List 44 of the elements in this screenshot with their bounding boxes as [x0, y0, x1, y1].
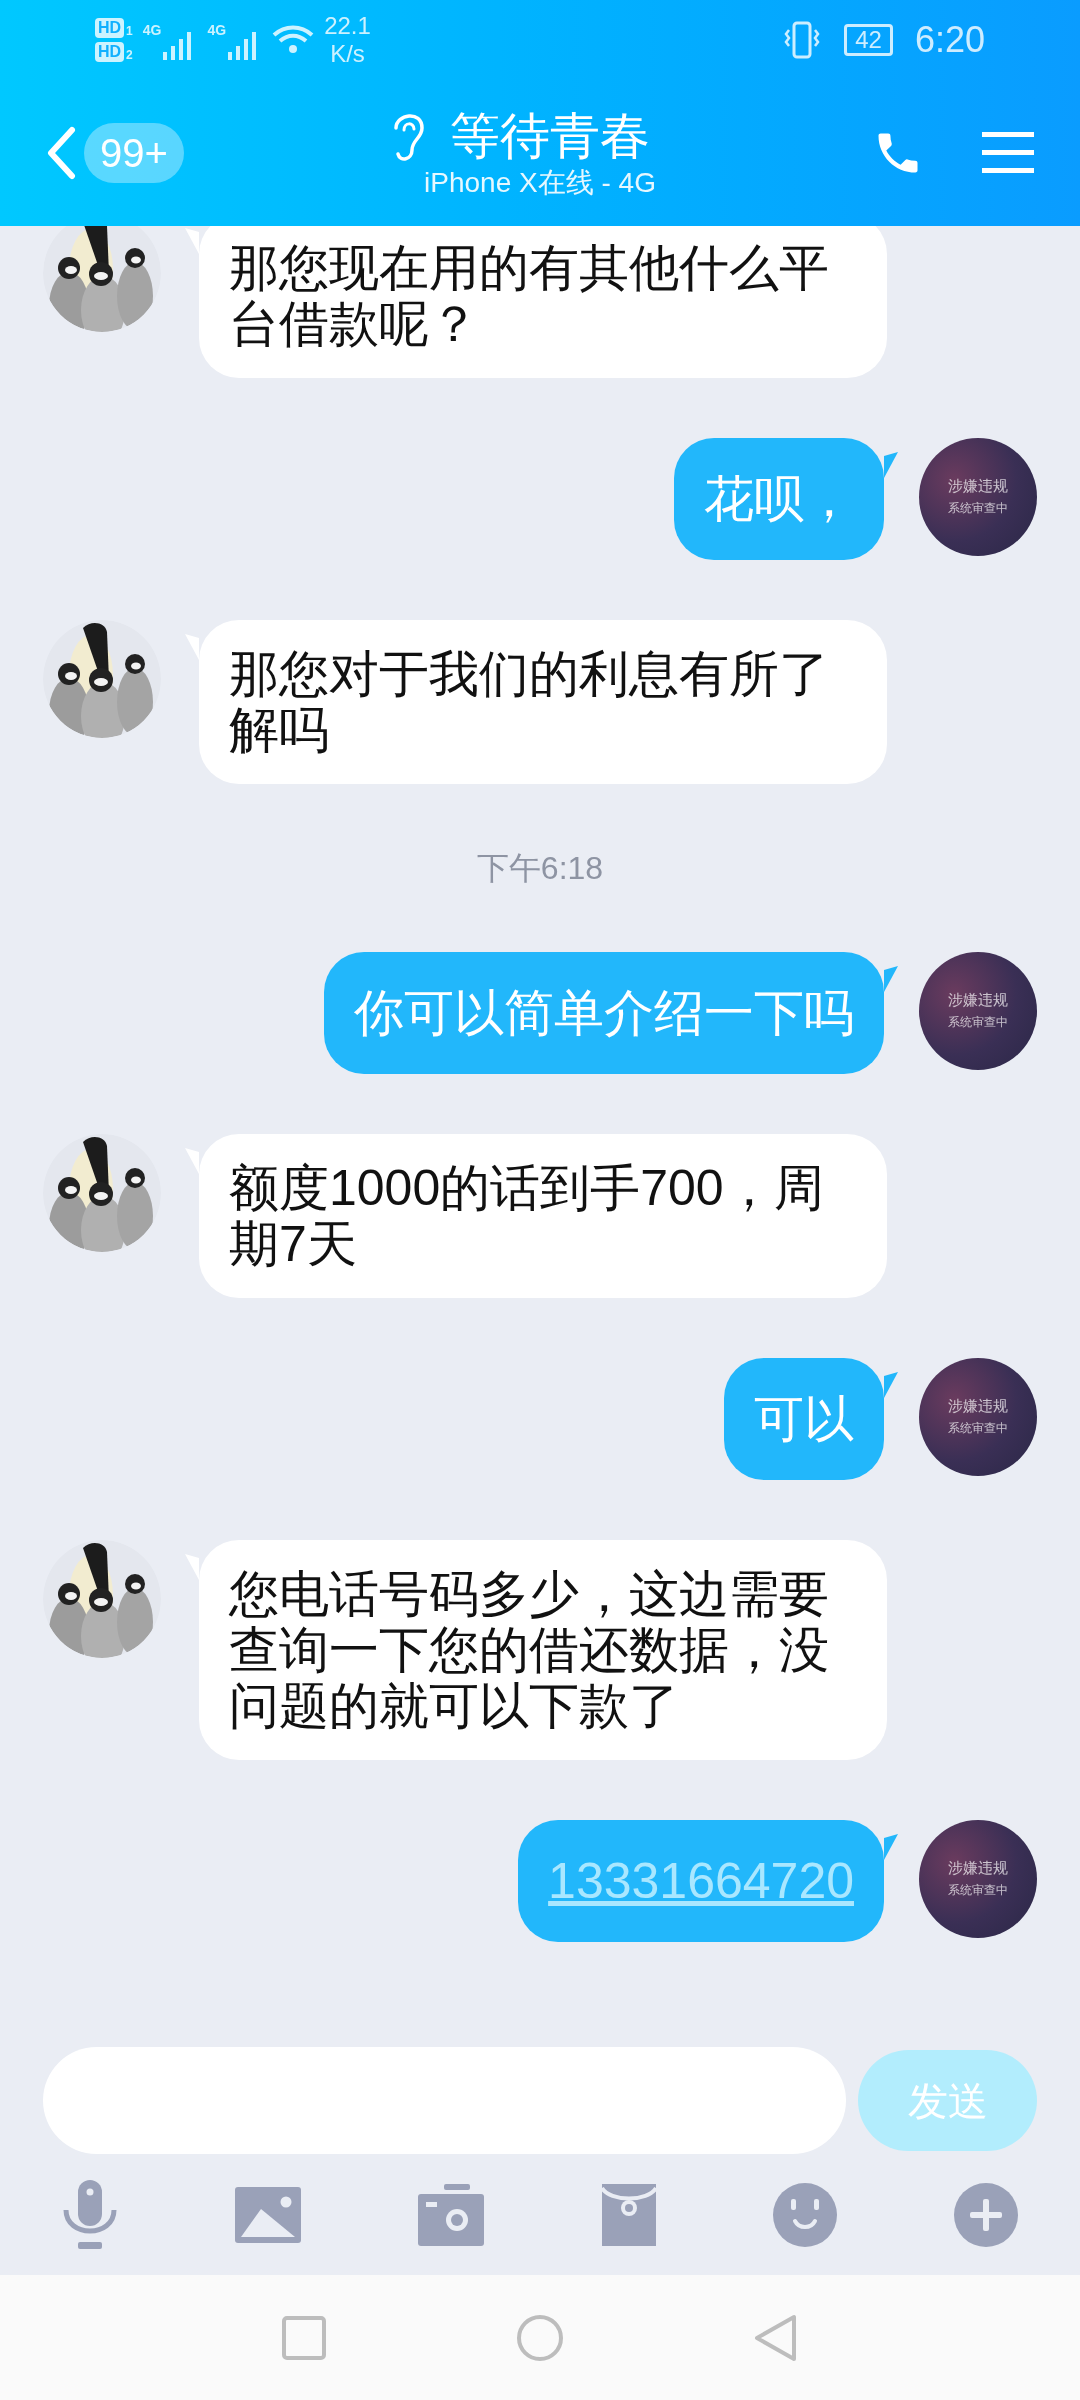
network-speed: 22.1	[324, 12, 371, 40]
avatar-caption: 涉嫌违规	[948, 1859, 1008, 1877]
message-text: 您电话号码多少，这边需要查询一下您的借还数据，没问题的就可以下款了	[229, 1566, 830, 1734]
back-button[interactable]	[754, 2313, 798, 2362]
message-text: 那您对于我们的利息有所了解吗	[229, 646, 830, 758]
message-text: 你可以简单介绍一下吗	[354, 985, 854, 1041]
message-text: 可以	[754, 1391, 854, 1447]
avatar-caption: 涉嫌违规	[948, 991, 1008, 1009]
message-text: 额度1000的话到手700，周期7天	[229, 1160, 825, 1272]
network-type: 4G	[142, 21, 162, 40]
message-text: 花呗，	[704, 471, 854, 527]
avatar[interactable]: 涉嫌违规 系统审查中	[919, 1358, 1037, 1476]
clock-time: 6:20	[914, 18, 985, 62]
home-button[interactable]	[516, 2313, 564, 2362]
message-text: 那您现在用的有其他什么平台借款呢？	[229, 240, 830, 352]
menu-icon[interactable]	[982, 130, 1034, 176]
avatar-caption: 涉嫌违规	[948, 477, 1008, 495]
avatar-caption: 系统审查中	[948, 1014, 1008, 1031]
microphone-icon[interactable]	[62, 2179, 118, 2250]
camera-icon[interactable]	[418, 2183, 485, 2246]
avatar-caption: 系统审查中	[948, 500, 1008, 517]
envelope-icon[interactable]	[601, 2183, 656, 2246]
plus-icon[interactable]	[953, 2182, 1018, 2247]
avatar-caption: 系统审查中	[948, 1420, 1008, 1437]
emoji-icon[interactable]	[772, 2182, 837, 2247]
timestamp: 下午6:18	[476, 849, 604, 888]
avatar[interactable]: 涉嫌违规 系统审查中	[919, 952, 1037, 1070]
avatar[interactable]: 涉嫌违规 系统审查中	[919, 1820, 1037, 1938]
sim-slot-number: 2	[126, 48, 133, 62]
image-icon[interactable]	[235, 2186, 302, 2243]
network-type: 4G	[207, 21, 227, 40]
hd-label: HD	[95, 18, 125, 38]
recents-button[interactable]	[282, 2315, 326, 2360]
avatar-caption: 系统审查中	[948, 1882, 1008, 1899]
back-icon[interactable]	[46, 126, 76, 180]
battery-level: 42	[844, 24, 893, 56]
avatar-caption: 涉嫌违规	[948, 1397, 1008, 1415]
sim-slot-number: 1	[126, 24, 133, 38]
network-speed-unit: K/s	[330, 40, 365, 68]
device-status: iPhone X在线 - 4G	[424, 166, 656, 200]
vibrate-icon	[784, 20, 821, 60]
avatar[interactable]: 涉嫌违规 系统审查中	[919, 438, 1037, 556]
contact-name: 等待青春	[450, 107, 650, 166]
hd-label: HD	[95, 42, 125, 62]
